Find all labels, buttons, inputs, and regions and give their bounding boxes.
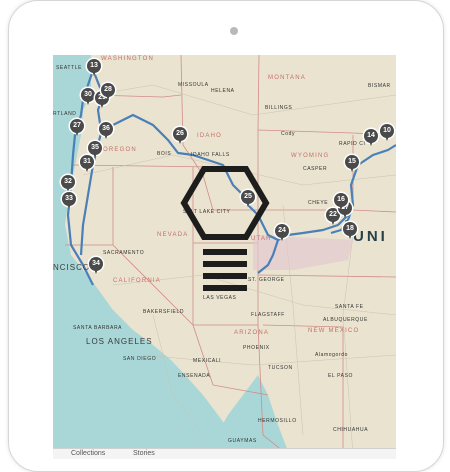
state-label-montana: MONTANA [268,75,306,81]
bottom-tab-bar: Collections Stories [53,448,396,459]
map-pin[interactable]: 27 [70,119,84,136]
city-label-phoenix: PHOENIX [243,345,270,351]
state-label-oregon: OREGON [103,147,137,153]
map-pin[interactable]: 30 [81,88,95,105]
map-pin[interactable]: 31 [80,155,94,172]
map-pin[interactable]: 16 [334,193,348,210]
state-label-idaho: IDAHO [197,133,223,139]
state-label-washington: WASHINGTON [101,56,155,62]
lightbulb-logo-icon [180,166,270,291]
city-label-guaymas: GUAYMAS [228,438,257,444]
map-pin[interactable]: 18 [343,222,357,239]
city-label-sacramento: SACRAMENTO [103,250,145,256]
map-pin[interactable]: 36 [99,122,113,139]
city-label-bakersfield: BAKERSFIELD [143,309,185,315]
tab-stories[interactable]: Stories [133,450,155,457]
city-label-san-diego: SAN DIEGO [123,356,157,362]
city-label-los-angeles: LOS ANGELES [86,337,153,346]
city-label-idaho-falls: IDAHO FALLS [191,152,230,158]
city-label-mexicali: MEXICALI [193,358,222,364]
city-label-alamogordo: Alamogordo [315,352,348,358]
state-label-arizona: ARIZONA [234,330,270,336]
map-pin[interactable]: 10 [380,124,394,141]
city-label-cheyenne: CHEYE [308,200,329,206]
city-label-flagstaff: FLAGSTAFF [251,312,285,318]
city-label-missoula: MISSOULA [178,82,209,88]
city-label-tucson: TUCSON [268,365,293,371]
map-pin[interactable]: 13 [87,59,101,76]
city-label-cody: Cody [281,131,296,137]
map-pin[interactable]: 14 [364,129,378,146]
city-label-santa-fe: SANTA FE [335,304,364,310]
map-pin[interactable]: 33 [62,192,76,209]
map-pin[interactable]: 35 [88,141,102,158]
city-label-san-francisco: NCISCO [53,263,91,272]
map-pin[interactable]: 28 [101,83,115,100]
city-label-albuquerque: ALBUQUERQUE [323,317,368,323]
city-label-las-vegas: LAS VEGAS [203,295,237,301]
city-label-chihuahua: CHIHUAHUA [333,427,369,433]
state-label-new-mexico: NEW MEXICO [308,328,360,334]
city-label-santa-barbara: SANTA BARBARA [73,325,123,331]
state-label-california: CALIFORNIA [113,278,162,284]
camera-dot [230,27,238,35]
city-label-rapid-city: RAPID CI [339,141,366,147]
map-pin[interactable]: 32 [61,175,75,192]
city-label-boise: BOIS [157,151,172,157]
city-label-billings: BILLINGS [265,105,293,111]
city-label-portland: RTLAND [53,111,77,117]
map-pin[interactable]: 34 [89,257,103,274]
city-label-bismarck: BISMAR [368,83,391,89]
city-label-hermosillo: HERMOSILLO [258,418,297,424]
city-label-seattle: SEATTLE [56,65,83,71]
city-label-helena: HELENA [211,88,235,94]
state-label-wyoming: WYOMING [291,153,330,159]
map-pin[interactable]: 24 [275,224,289,241]
tab-collections[interactable]: Collections [71,450,105,457]
city-label-ensenada: ENSENADA [178,373,211,379]
country-label-united-states: UNI [353,228,388,245]
city-label-el-paso: EL PASO [328,373,354,379]
map-pin[interactable]: 26 [173,127,187,144]
city-label-casper: CASPER [303,166,328,172]
map-pin[interactable]: 15 [345,155,359,172]
